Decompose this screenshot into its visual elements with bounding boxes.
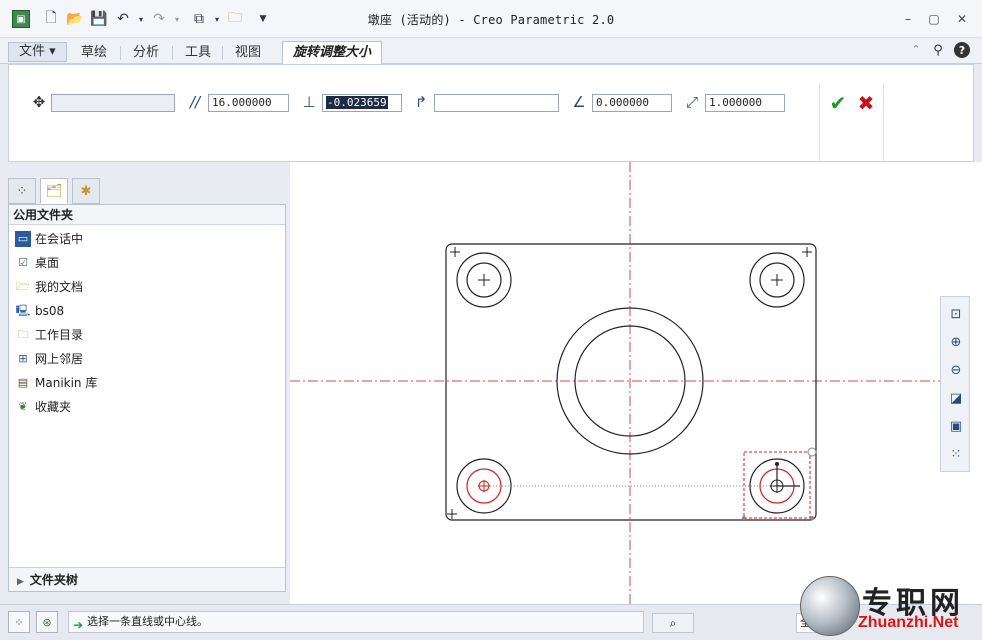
working-directory-icon: 🗀 bbox=[17, 328, 29, 341]
accept-checkmark-icon[interactable]: ✔ bbox=[827, 91, 849, 115]
sketch-canvas[interactable] bbox=[290, 162, 982, 604]
normal-offset-icon: ⊥ bbox=[302, 93, 316, 111]
folder-item-network[interactable]: ⊞ 网上邻居 bbox=[15, 349, 83, 369]
folder-tree-label: 文件夹树 bbox=[29, 573, 78, 587]
tab-tools[interactable]: 工具 bbox=[174, 41, 222, 64]
find-icon[interactable]: ⌕ bbox=[652, 613, 694, 633]
rotate-reference-field[interactable] bbox=[434, 94, 559, 112]
normal-offset-value: -0.023659 bbox=[326, 96, 388, 109]
computer-icon: 🖳 bbox=[15, 304, 31, 317]
network-icon: ⊞ bbox=[18, 352, 28, 365]
tab-sketch[interactable]: 草绘 bbox=[70, 41, 118, 64]
folder-item-desktop[interactable]: ☑ 桌面 bbox=[15, 253, 59, 273]
folder-item-favorites[interactable]: ❦ 收藏夹 bbox=[15, 397, 71, 417]
folder-item-session[interactable]: ▭ 在会话中 bbox=[15, 229, 83, 249]
status-arrow-icon: ➔ bbox=[73, 618, 84, 632]
repaint-icon[interactable]: ◪ bbox=[945, 387, 967, 409]
maximize-button[interactable]: ▢ bbox=[924, 10, 944, 28]
angle-icon: ∠ bbox=[572, 93, 586, 111]
search-icon[interactable]: ⚲ bbox=[930, 42, 946, 58]
rotate-reference-icon: ↱ bbox=[414, 93, 428, 111]
folder-item-label: 工作目录 bbox=[35, 328, 84, 342]
scale-field[interactable]: 1.000000 bbox=[705, 94, 785, 112]
cancel-x-icon[interactable]: ✖ bbox=[855, 91, 877, 115]
common-folders-header: 公用文件夹 bbox=[9, 205, 285, 225]
status-message-text: 选择一条直线或中心线。 bbox=[87, 615, 208, 628]
favorites-tab-icon[interactable]: ✱ bbox=[72, 178, 100, 204]
folder-item-working-directory[interactable]: 🗀 工作目录 bbox=[15, 325, 84, 345]
parallel-offset-icon: // bbox=[189, 93, 201, 111]
watermark-url: Zhuanzhi.Net bbox=[858, 614, 959, 631]
desktop-icon: ☑ bbox=[18, 256, 28, 269]
manikin-library-icon: ▤ bbox=[17, 376, 29, 389]
tab-separator bbox=[222, 46, 223, 60]
minimize-ribbon-icon[interactable]: ⌃ bbox=[908, 41, 924, 57]
status-message: ➔ 选择一条直线或中心线。 bbox=[68, 611, 644, 633]
zoom-in-icon[interactable]: ⊕ bbox=[945, 331, 967, 353]
view-toolbar: ⊡ ⊕ ⊖ ◪ ▣ ⁙ bbox=[940, 296, 970, 472]
window-title: 墩座 (活动的) - Creo Parametric 2.0 bbox=[367, 13, 615, 27]
folder-navigator: 公用文件夹 ▭ 在会话中 ☑ 桌面 🗁 我的文档 🖳 bs08 🗀 工作目录 ⊞… bbox=[8, 204, 286, 592]
folder-item-manikin-library[interactable]: ▤ Manikin 库 bbox=[15, 373, 98, 393]
rotate-handle[interactable] bbox=[807, 447, 817, 457]
move-reference-field[interactable] bbox=[51, 94, 175, 112]
browser-toggle-icon[interactable]: ⊛ bbox=[36, 611, 58, 633]
tab-view[interactable]: 视图 bbox=[224, 41, 272, 64]
folder-item-my-documents[interactable]: 🗁 我的文档 bbox=[15, 277, 83, 297]
favorites-icon: ❦ bbox=[18, 400, 28, 413]
scale-icon: ⤢ bbox=[685, 93, 698, 111]
folder-item-label: Manikin 库 bbox=[35, 376, 98, 390]
graphics-window[interactable] bbox=[290, 162, 982, 604]
tab-separator bbox=[172, 46, 173, 60]
folder-item-label: bs08 bbox=[35, 304, 65, 318]
folder-item-bs08[interactable]: 🖳 bs08 bbox=[15, 301, 64, 321]
model-tree-tab-icon[interactable]: ⁘ bbox=[8, 178, 36, 204]
rotate-resize-dashboard: ✥ // 16.000000 ⊥ -0.023659 ↱ ∠ 0.000000 … bbox=[8, 64, 974, 162]
offset-field[interactable]: 16.000000 bbox=[208, 94, 289, 112]
sketch-display-filter-icon[interactable]: ⁙ bbox=[945, 443, 967, 465]
angle-field[interactable]: 0.000000 bbox=[592, 94, 672, 112]
folder-item-label: 桌面 bbox=[35, 256, 60, 270]
tab-file[interactable]: 文件 ▾ bbox=[8, 42, 67, 62]
my-documents-icon: 🗁 bbox=[16, 280, 30, 293]
refit-icon[interactable]: ⊡ bbox=[945, 303, 967, 325]
close-button[interactable]: ✕ bbox=[952, 10, 972, 28]
navigator-toggle-icon[interactable]: ⁘ bbox=[8, 611, 30, 633]
tab-rotate-resize[interactable]: 旋转调整大小 bbox=[282, 41, 383, 64]
folder-item-label: 我的文档 bbox=[35, 280, 84, 294]
folder-browser-tab-icon[interactable]: 🗂 bbox=[40, 178, 68, 204]
zoom-out-icon[interactable]: ⊖ bbox=[945, 359, 967, 381]
navigator-tabs: ⁘ 🗂 ✱ bbox=[8, 176, 290, 204]
help-icon[interactable]: ? bbox=[954, 42, 970, 58]
dashboard-separator bbox=[819, 83, 820, 161]
folder-tree-toggle[interactable]: ▶ 文件夹树 bbox=[9, 567, 285, 591]
folder-item-label: 在会话中 bbox=[35, 232, 84, 246]
session-icon: ▭ bbox=[15, 231, 31, 247]
folder-item-label: 收藏夹 bbox=[35, 400, 72, 414]
move-icon: ✥ bbox=[32, 93, 46, 111]
watermark-logo-icon bbox=[800, 576, 860, 636]
display-style-icon[interactable]: ▣ bbox=[945, 415, 967, 437]
creo-window: ▣ 🗋 📂 💾 ↶ ▾ ↷ ▾ ⧉ ▾ 🗀 ▼ 墩座 (活动的) - Creo … bbox=[0, 0, 982, 640]
tab-separator bbox=[120, 46, 121, 60]
normal-offset-field[interactable]: -0.023659 bbox=[322, 94, 402, 112]
expand-arrow-icon: ▶ bbox=[17, 577, 24, 587]
title-bar: ▣ 🗋 📂 💾 ↶ ▾ ↷ ▾ ⧉ ▾ 🗀 ▼ 墩座 (活动的) - Creo … bbox=[0, 0, 982, 38]
folder-item-label: 网上邻居 bbox=[35, 352, 84, 366]
minimize-button[interactable]: – bbox=[898, 10, 918, 28]
dashboard-separator bbox=[883, 83, 884, 161]
ribbon-tabs: 文件 ▾ 草绘 分析 工具 视图 旋转调整大小 ⌃ ⚲ ? bbox=[0, 38, 982, 64]
tab-analysis[interactable]: 分析 bbox=[122, 41, 170, 64]
